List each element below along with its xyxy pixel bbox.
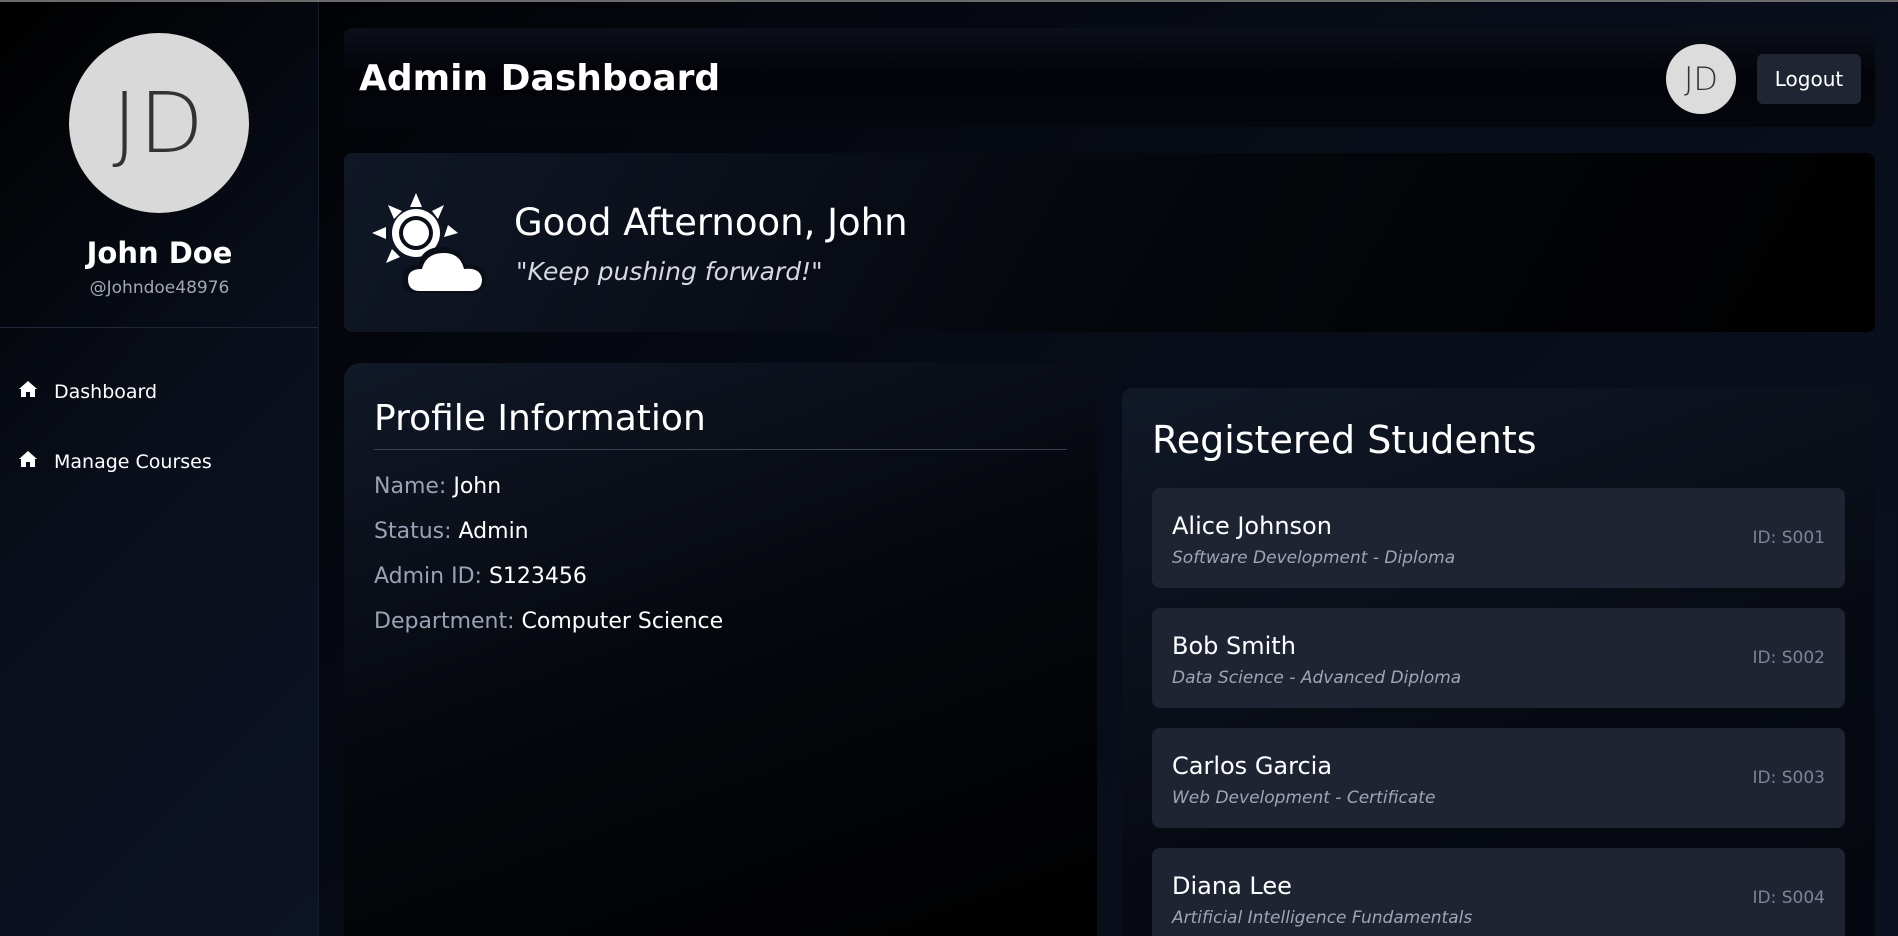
- greeting-card: Good Afternoon, John "Keep pushing forwa…: [344, 153, 1875, 332]
- sidebar-item-label: Manage Courses: [54, 450, 212, 473]
- student-name: Carlos Garcia: [1172, 752, 1333, 780]
- profile-field-status: Status: Admin: [374, 519, 529, 544]
- field-label: Department:: [374, 609, 515, 634]
- greeting-quote: "Keep pushing forward!": [516, 257, 823, 286]
- student-id: ID: S003: [1752, 768, 1825, 788]
- student-course: Artificial Intelligence Fundamentals: [1172, 908, 1473, 928]
- field-label: Status:: [374, 519, 452, 544]
- student-name: Diana Lee: [1172, 872, 1292, 900]
- field-value: S123456: [488, 564, 587, 589]
- sidebar-profile: JD John Doe @Johndoe48976: [0, 2, 318, 328]
- user-name: John Doe: [86, 236, 233, 270]
- student-id: ID: S001: [1752, 528, 1825, 548]
- sun-cloud-icon: [372, 193, 496, 293]
- student-id: ID: S004: [1752, 888, 1825, 908]
- header: Admin Dashboard JD Logout: [344, 28, 1875, 127]
- home-icon: [18, 450, 38, 473]
- field-label: Name:: [374, 474, 447, 499]
- student-course: Data Science - Advanced Diploma: [1172, 668, 1462, 688]
- home-icon: [18, 380, 38, 403]
- profile-title: Profile Information: [374, 398, 1067, 450]
- students-card: Registered Students Alice Johnson Softwa…: [1122, 388, 1875, 936]
- field-value: John: [453, 474, 502, 499]
- profile-field-department: Department: Computer Science: [374, 609, 723, 634]
- profile-field-name: Name: John: [374, 474, 501, 499]
- student-item[interactable]: Diana Lee Artificial Intelligence Fundam…: [1152, 848, 1845, 936]
- student-item[interactable]: Alice Johnson Software Development - Dip…: [1152, 488, 1845, 588]
- user-handle: @Johndoe48976: [89, 278, 230, 298]
- student-item[interactable]: Carlos Garcia Web Development - Certific…: [1152, 728, 1845, 828]
- student-name: Alice Johnson: [1172, 512, 1332, 540]
- student-name: Bob Smith: [1172, 632, 1296, 660]
- field-value: Computer Science: [521, 609, 724, 634]
- avatar: JD: [69, 33, 249, 213]
- field-value: Admin: [458, 519, 529, 544]
- logout-button[interactable]: Logout: [1757, 54, 1861, 104]
- field-label: Admin ID:: [374, 564, 482, 589]
- sidebar: JD John Doe @Johndoe48976 Dashboard Mana…: [0, 2, 319, 936]
- student-course: Web Development - Certificate: [1172, 788, 1436, 808]
- student-id: ID: S002: [1752, 648, 1825, 668]
- student-course: Software Development - Diploma: [1172, 548, 1456, 568]
- profile-field-admin-id: Admin ID: S123456: [374, 564, 587, 589]
- sidebar-item-manage-courses[interactable]: Manage Courses: [18, 450, 212, 473]
- students-title: Registered Students: [1152, 418, 1537, 462]
- page-title: Admin Dashboard: [359, 58, 721, 99]
- sidebar-item-label: Dashboard: [54, 380, 158, 403]
- student-item[interactable]: Bob Smith Data Science - Advanced Diplom…: [1152, 608, 1845, 708]
- user-avatar[interactable]: JD: [1666, 44, 1736, 114]
- profile-card: Profile Information Name: John Status: A…: [344, 363, 1097, 936]
- sidebar-item-dashboard[interactable]: Dashboard: [18, 380, 157, 403]
- greeting-title: Good Afternoon, John: [514, 201, 908, 244]
